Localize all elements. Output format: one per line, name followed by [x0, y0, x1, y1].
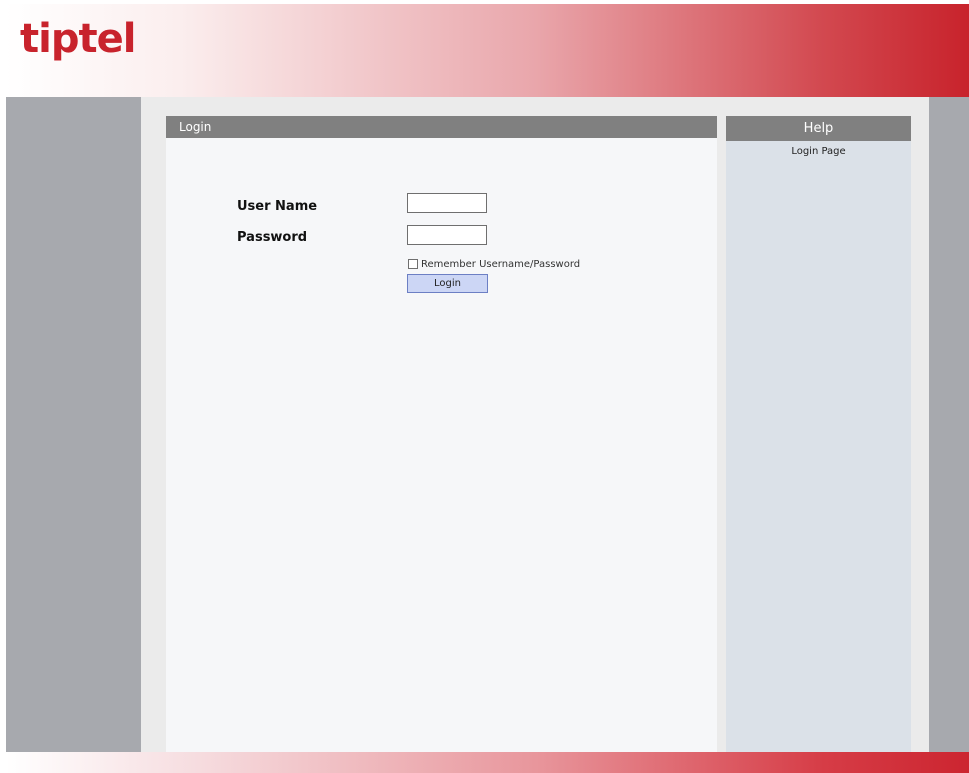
help-text: Login Page [791, 146, 846, 157]
username-label: User Name [237, 199, 318, 214]
login-page: tiptel Login User Name Password Remember… [0, 0, 969, 773]
help-panel-title: Help [726, 116, 911, 141]
password-input[interactable] [407, 225, 487, 245]
remember-credentials-row[interactable]: Remember Username/Password [408, 257, 580, 271]
help-panel: Help Login Page [726, 116, 911, 752]
password-label: Password [237, 230, 308, 245]
remember-checkbox[interactable] [408, 259, 418, 269]
username-input[interactable] [407, 193, 487, 213]
remember-label: Remember Username/Password [421, 258, 581, 270]
tiptel-logo: tiptel [20, 16, 136, 62]
login-button[interactable]: Login [407, 274, 488, 293]
footer-bar [6, 752, 969, 773]
header-banner: tiptel [6, 4, 969, 99]
login-panel-title: Login [166, 116, 717, 138]
login-panel: Login User Name Password Remember Userna… [166, 116, 717, 752]
